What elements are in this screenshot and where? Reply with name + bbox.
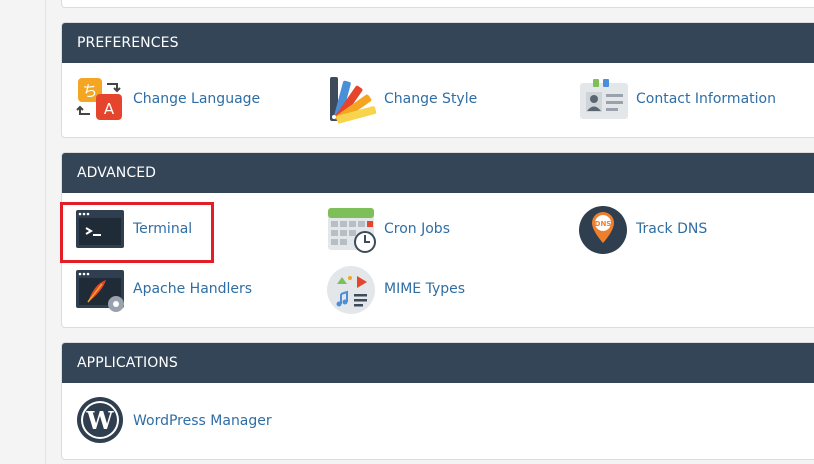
- calendar-clock-icon: [327, 204, 377, 254]
- wordpress-manager-label: WordPress Manager: [133, 413, 272, 429]
- media-icon: [327, 264, 377, 314]
- applications-header: APPLICATIONS: [62, 343, 814, 383]
- change-style-label: Change Style: [384, 91, 478, 107]
- svg-text:DNS: DNS: [595, 220, 612, 228]
- cron-jobs-link[interactable]: Cron Jobs: [327, 204, 450, 254]
- track-dns-label: Track DNS: [636, 221, 708, 237]
- dns-pin-icon: DNS: [579, 204, 629, 254]
- terminal-highlight-box: [60, 202, 214, 263]
- preferences-header: PREFERENCES: [62, 23, 814, 63]
- contact-information-label: Contact Information: [636, 91, 776, 107]
- advanced-header: ADVANCED: [62, 153, 814, 193]
- apache-handlers-label: Apache Handlers: [133, 281, 253, 297]
- contact-information-link[interactable]: Contact Information: [579, 74, 776, 124]
- change-style-link[interactable]: Change Style: [327, 74, 477, 124]
- feather-gear-icon: [76, 264, 126, 314]
- change-language-label: Change Language: [133, 91, 261, 107]
- wordpress-manager-link[interactable]: W WordPress Manager: [76, 396, 272, 446]
- svg-text:ち: ち: [82, 82, 97, 100]
- change-language-link[interactable]: ち A Change Language: [76, 74, 260, 124]
- previous-panel-bottom: [61, 0, 814, 8]
- palette-icon: [327, 74, 377, 124]
- translate-icon: ち A: [76, 74, 126, 124]
- apache-handlers-link[interactable]: Apache Handlers: [76, 264, 252, 314]
- track-dns-link[interactable]: DNS Track DNS: [579, 204, 707, 254]
- svg-text:A: A: [104, 100, 115, 118]
- wordpress-icon: W: [76, 396, 126, 446]
- cron-jobs-label: Cron Jobs: [384, 221, 450, 237]
- left-sidebar: [0, 0, 46, 464]
- svg-text:W: W: [86, 406, 115, 435]
- mime-types-link[interactable]: MIME Types: [327, 264, 465, 314]
- contact-card-icon: [579, 74, 629, 124]
- mime-types-label: MIME Types: [384, 281, 466, 297]
